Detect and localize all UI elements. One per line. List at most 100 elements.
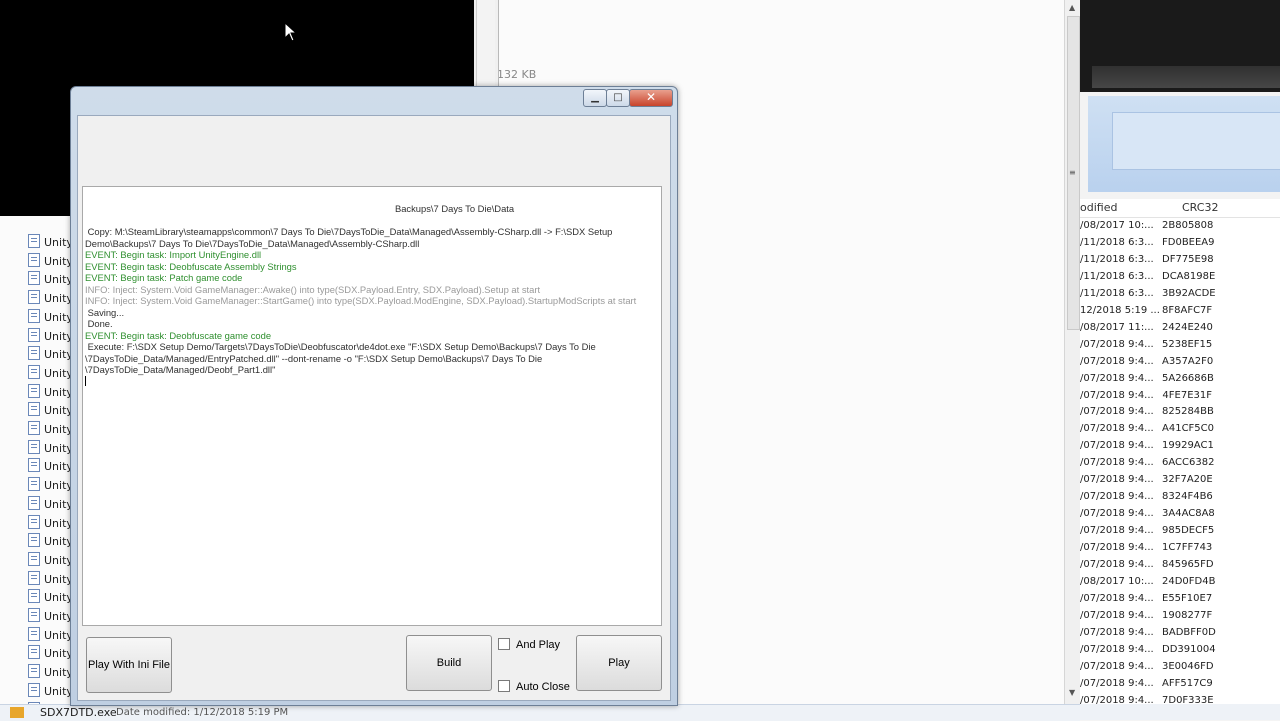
file-name: Unity bbox=[44, 366, 72, 380]
build-log-textbox[interactable]: Backups\7 Days To Die\Data Copy: M:\Stea… bbox=[82, 186, 662, 626]
play-with-ini-file-button[interactable]: Play With Ini File bbox=[86, 637, 172, 693]
crc-list-row[interactable]: /11/2018 6:3... DCA8198E bbox=[1080, 268, 1280, 286]
selected-file-date: Date modified: 1/12/2018 5:19 PM bbox=[116, 707, 289, 718]
auto-close-checkbox[interactable]: Auto Close bbox=[498, 680, 570, 693]
file-list-item[interactable]: Unity bbox=[28, 570, 72, 589]
row-crc: AFF517C9 bbox=[1162, 677, 1213, 689]
row-date: /11/2018 6:3... bbox=[1080, 270, 1154, 282]
crc-list-row[interactable]: /11/2018 6:3... DF775E98 bbox=[1080, 251, 1280, 269]
crc-list-row[interactable]: /07/2018 9:4... 8324F4B6 bbox=[1080, 489, 1280, 507]
right-background-window: odified CRC32 /08/2017 10:... 2B805808/11… bbox=[1080, 0, 1280, 720]
crc-list-row[interactable]: /08/2017 11:... 2424E240 bbox=[1080, 319, 1280, 337]
file-list-item[interactable]: Unity bbox=[28, 383, 72, 402]
crc-list-row[interactable]: /07/2018 9:4... 32F7A20E bbox=[1080, 472, 1280, 490]
crc-list-row[interactable]: /07/2018 9:4... 5A26686B bbox=[1080, 370, 1280, 388]
file-list-item[interactable]: Unity bbox=[28, 252, 72, 271]
row-crc: 3B92ACDE bbox=[1162, 287, 1216, 299]
file-list-item[interactable]: Unity bbox=[28, 234, 72, 252]
dll-file-icon bbox=[28, 458, 40, 473]
file-list-item[interactable]: Unity bbox=[28, 290, 72, 308]
row-date: /11/2018 6:3... bbox=[1080, 236, 1154, 248]
crc-list-row[interactable]: /07/2018 9:4... 3E0046FD bbox=[1080, 658, 1280, 676]
file-list-item[interactable]: Unity bbox=[28, 589, 72, 607]
row-crc: 24D0FD4B bbox=[1162, 575, 1216, 587]
log-line: EVENT: Begin task: Deobfuscate game code bbox=[85, 329, 272, 341]
file-list-item[interactable]: Unity bbox=[28, 402, 72, 420]
crc-list-row[interactable]: /07/2018 9:4... 19929AC1 bbox=[1080, 438, 1280, 456]
file-list-item[interactable]: Unity bbox=[28, 514, 72, 533]
scroll-down-arrow-icon[interactable]: ▼ bbox=[1069, 688, 1075, 697]
file-list-item[interactable]: Unity bbox=[28, 608, 72, 626]
right-status-strip bbox=[1080, 704, 1280, 720]
minimize-button[interactable]: ▁ bbox=[583, 89, 607, 107]
video-area bbox=[1080, 0, 1280, 92]
dll-file-icon bbox=[28, 364, 40, 379]
file-list-item[interactable]: Unity bbox=[28, 439, 72, 458]
file-name: Unity bbox=[44, 329, 72, 343]
log-line: Done. bbox=[85, 318, 113, 329]
file-list-item[interactable]: Unity bbox=[28, 308, 72, 327]
file-list-item[interactable]: Unity bbox=[28, 664, 72, 682]
crc-list-row[interactable]: /07/2018 9:4... E55F10E7 bbox=[1080, 590, 1280, 608]
crc-list-row[interactable]: /07/2018 9:4... 1908277F bbox=[1080, 607, 1280, 625]
row-date: /07/2018 9:4... bbox=[1080, 626, 1154, 638]
close-button[interactable]: ✕ bbox=[629, 89, 673, 107]
file-list-item[interactable]: Unity bbox=[28, 551, 72, 570]
file-list-item[interactable]: Unity bbox=[28, 682, 72, 701]
file-list-item[interactable]: Unity bbox=[28, 458, 72, 476]
file-list-item[interactable]: Unity bbox=[28, 645, 72, 663]
crc-list-row[interactable]: /08/2017 10:... 2B805808 bbox=[1080, 218, 1280, 235]
file-list-item[interactable]: Unity bbox=[28, 626, 72, 645]
crc-list-row[interactable]: /07/2018 9:4... 5238EF15 bbox=[1080, 336, 1280, 354]
play-button[interactable]: Play bbox=[576, 635, 662, 691]
row-date: /07/2018 9:4... bbox=[1080, 338, 1154, 350]
file-list-item[interactable]: Unity bbox=[28, 346, 72, 364]
column-header-crc32[interactable]: CRC32 bbox=[1182, 201, 1218, 214]
file-name: Unity bbox=[44, 385, 72, 399]
build-button[interactable]: Build bbox=[406, 635, 492, 691]
checkbox-box[interactable] bbox=[498, 638, 510, 650]
titlebar[interactable]: ▁ □ ✕ bbox=[71, 87, 677, 109]
crc-list-row[interactable]: /07/2018 9:4... 3A4AC8A8 bbox=[1080, 506, 1280, 524]
maximize-button[interactable]: □ bbox=[606, 89, 630, 107]
row-crc: A41CF5C0 bbox=[1162, 423, 1215, 435]
crc-list-row[interactable]: /08/2017 10:... 24D0FD4B bbox=[1080, 573, 1280, 591]
row-date: /07/2018 9:4... bbox=[1080, 542, 1154, 554]
crc-list-row[interactable]: 12/2018 5:19 ... 8F8AFC7F bbox=[1080, 302, 1280, 320]
crc-list-row[interactable]: /07/2018 9:4... 1C7FF743 bbox=[1080, 540, 1280, 558]
dll-file-icon bbox=[28, 439, 40, 454]
row-crc: FD0BEEA9 bbox=[1162, 236, 1215, 248]
crc-list-row[interactable]: /07/2018 9:4... 845965FD bbox=[1080, 557, 1280, 574]
crc-list-row[interactable]: /07/2018 9:4... A41CF5C0 bbox=[1080, 421, 1280, 439]
file-list-item[interactable]: Unity bbox=[28, 421, 72, 439]
row-crc: 825284BB bbox=[1162, 406, 1214, 418]
file-list-item[interactable]: Unity bbox=[28, 364, 72, 383]
crc-list-row[interactable]: /07/2018 9:4... A357A2F0 bbox=[1080, 353, 1280, 371]
and-play-label: And Play bbox=[516, 639, 561, 651]
crc-list-row[interactable]: /07/2018 9:4... 4FE7E31F bbox=[1080, 387, 1280, 405]
file-list-item[interactable]: Unity bbox=[28, 327, 72, 346]
crc-list-row[interactable]: /07/2018 9:4... DD391004 bbox=[1080, 641, 1280, 659]
crc-list-row[interactable]: /11/2018 6:3... 3B92ACDE bbox=[1080, 285, 1280, 303]
scroll-up-arrow-icon[interactable]: ▲ bbox=[1069, 3, 1075, 12]
crc-list-row[interactable]: /07/2018 9:4... BADBFF0D bbox=[1080, 624, 1280, 642]
crc-list-row[interactable]: /11/2018 6:3... FD0BEEA9 bbox=[1080, 234, 1280, 252]
file-list-item[interactable]: Unity bbox=[28, 477, 72, 495]
exe-file-icon bbox=[10, 707, 24, 718]
file-name: Unity bbox=[44, 666, 72, 680]
file-name: Unity bbox=[44, 610, 72, 623]
crc-list-row[interactable]: /07/2018 9:4... 825284BB bbox=[1080, 404, 1280, 422]
crc-list-row[interactable]: /07/2018 9:4... AFF517C9 bbox=[1080, 675, 1280, 693]
row-crc: DCA8198E bbox=[1162, 270, 1216, 282]
file-list-item[interactable]: Unity bbox=[28, 271, 72, 289]
file-list-item[interactable]: Unity bbox=[28, 533, 72, 551]
explorer-scrollbar[interactable]: ▲ ≡ ▼ bbox=[1064, 0, 1081, 704]
column-header-date-modified[interactable]: odified bbox=[1080, 201, 1117, 214]
row-crc: 985DECF5 bbox=[1162, 525, 1215, 537]
and-play-checkbox[interactable]: And Play bbox=[498, 638, 560, 651]
file-list-item[interactable]: Unity bbox=[28, 495, 72, 514]
row-crc: 8324F4B6 bbox=[1162, 491, 1213, 503]
crc-list-row[interactable]: /07/2018 9:4... 985DECF5 bbox=[1080, 523, 1280, 541]
crc-list-row[interactable]: /07/2018 9:4... 6ACC6382 bbox=[1080, 455, 1280, 473]
checkbox-box[interactable] bbox=[498, 680, 510, 692]
